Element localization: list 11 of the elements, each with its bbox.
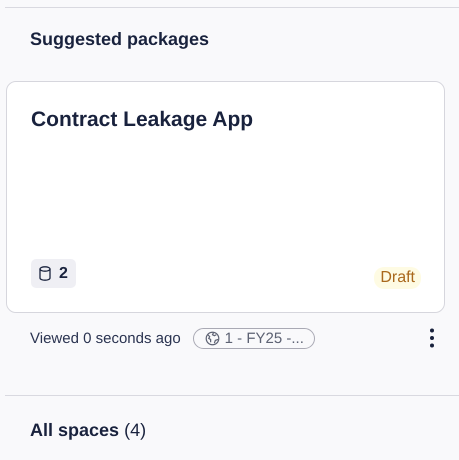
- package-card[interactable]: Contract Leakage App 2 Draft: [6, 81, 445, 313]
- space-chip[interactable]: 1 - FY25 -...: [192, 328, 315, 348]
- all-spaces-heading: All spaces (4): [30, 420, 146, 440]
- package-title: Contract Leakage App: [31, 107, 254, 133]
- status-tag: Draft: [374, 267, 421, 289]
- more-options-icon[interactable]: [430, 328, 434, 348]
- globe-icon: [204, 330, 220, 346]
- viewed-time: Viewed 0 seconds ago: [30, 330, 181, 346]
- dataset-count-badge: 2: [31, 259, 76, 288]
- database-icon: [39, 266, 51, 281]
- section-heading: Suggested packages: [29, 28, 210, 51]
